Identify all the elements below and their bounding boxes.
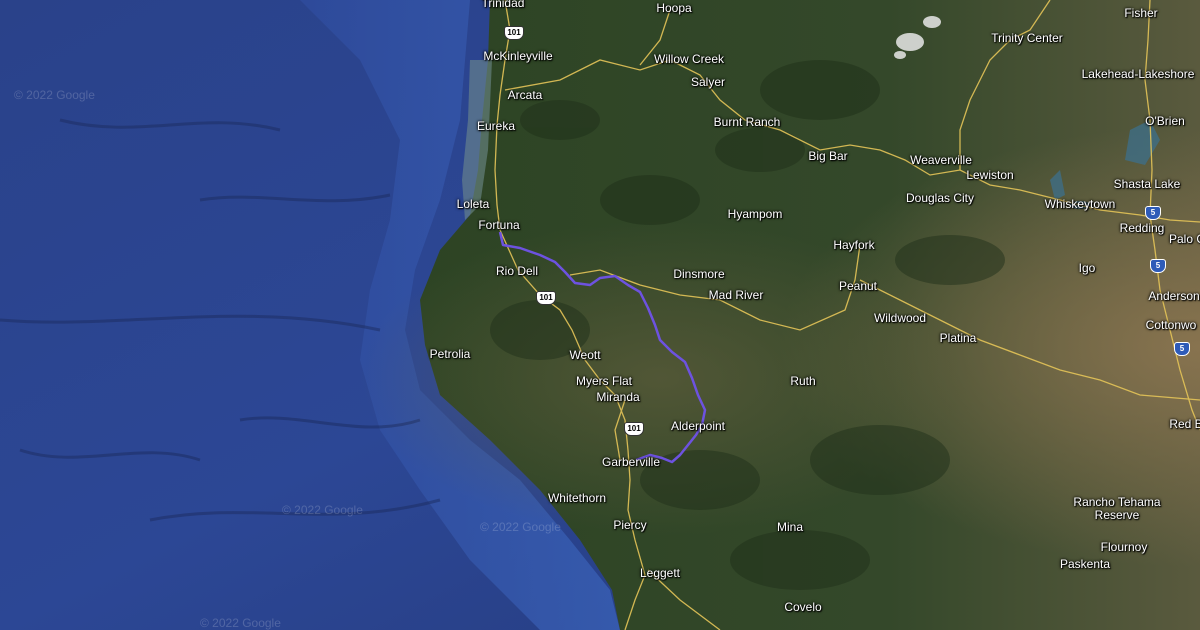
- place-label[interactable]: Covelo: [784, 600, 821, 614]
- place-label[interactable]: Hoopa: [656, 1, 691, 15]
- place-label[interactable]: Anderson: [1148, 289, 1199, 303]
- us-101-shield: 101: [504, 26, 524, 40]
- place-label[interactable]: Shasta Lake: [1114, 177, 1181, 191]
- place-label[interactable]: Fisher: [1124, 6, 1157, 20]
- place-label[interactable]: Lewiston: [966, 168, 1013, 182]
- satellite-map[interactable]: © 2022 Google © 2022 Google © 2022 Googl…: [0, 0, 1200, 630]
- place-label[interactable]: Rio Dell: [496, 264, 538, 278]
- place-label[interactable]: Redding: [1120, 221, 1165, 235]
- place-label[interactable]: Eureka: [477, 119, 515, 133]
- place-label[interactable]: Douglas City: [906, 191, 974, 205]
- place-label[interactable]: Garberville: [602, 455, 660, 469]
- place-label[interactable]: Salyer: [691, 75, 725, 89]
- place-label[interactable]: Arcata: [508, 88, 543, 102]
- place-label[interactable]: Igo: [1079, 261, 1096, 275]
- us-101-shield: 101: [536, 291, 556, 305]
- place-label[interactable]: Fortuna: [478, 218, 519, 232]
- place-label[interactable]: Ruth: [790, 374, 815, 388]
- place-label[interactable]: Trinity Center: [991, 31, 1063, 45]
- place-label[interactable]: Dinsmore: [673, 267, 724, 281]
- place-label[interactable]: Hayfork: [833, 238, 874, 252]
- copyright-watermark: © 2022 Google: [282, 503, 363, 517]
- place-label[interactable]: Platina: [940, 331, 977, 345]
- place-label[interactable]: Petrolia: [430, 347, 471, 361]
- place-label[interactable]: Myers Flat: [576, 374, 632, 388]
- place-label[interactable]: Big Bar: [808, 149, 847, 163]
- place-label[interactable]: Leggett: [640, 566, 680, 580]
- place-label[interactable]: Alderpoint: [671, 419, 725, 433]
- place-label[interactable]: Willow Creek: [654, 52, 724, 66]
- copyright-watermark: © 2022 Google: [14, 88, 95, 102]
- place-label[interactable]: Lakehead-Lakeshore: [1082, 67, 1195, 81]
- place-label[interactable]: Cottonwo: [1146, 318, 1197, 332]
- place-label[interactable]: Weott: [569, 348, 600, 362]
- place-label[interactable]: Trinidad: [482, 0, 525, 10]
- copyright-watermark: © 2022 Google: [480, 520, 561, 534]
- place-label[interactable]: Piercy: [613, 518, 646, 532]
- dry-hills: [0, 0, 1200, 630]
- place-label[interactable]: Peanut: [839, 279, 877, 293]
- place-label[interactable]: O'Brien: [1145, 114, 1185, 128]
- place-label[interactable]: Paskenta: [1060, 557, 1110, 571]
- place-label[interactable]: Whiskeytown: [1045, 197, 1116, 211]
- place-label[interactable]: McKinleyville: [483, 49, 552, 63]
- i-5-shield: 5: [1150, 259, 1166, 273]
- us-101-shield: 101: [624, 422, 644, 436]
- place-label[interactable]: Whitethorn: [548, 491, 606, 505]
- place-label[interactable]: Rancho Tehama Reserve: [1062, 496, 1172, 522]
- place-label[interactable]: Flournoy: [1101, 540, 1148, 554]
- map-imagery: [0, 0, 1200, 630]
- i-5-shield: 5: [1145, 206, 1161, 220]
- i-5-shield: 5: [1174, 342, 1190, 356]
- place-label[interactable]: Red B: [1169, 417, 1200, 431]
- place-label[interactable]: Weaverville: [910, 153, 972, 167]
- place-label[interactable]: Mina: [777, 520, 803, 534]
- place-label[interactable]: Palo C: [1169, 232, 1200, 246]
- place-label[interactable]: Mad River: [709, 288, 764, 302]
- place-label[interactable]: Loleta: [457, 197, 490, 211]
- place-label[interactable]: Miranda: [596, 390, 639, 404]
- place-label[interactable]: Burnt Ranch: [714, 115, 781, 129]
- place-label[interactable]: Wildwood: [874, 311, 926, 325]
- copyright-watermark: © 2022 Google: [200, 616, 281, 630]
- place-label[interactable]: Hyampom: [728, 207, 783, 221]
